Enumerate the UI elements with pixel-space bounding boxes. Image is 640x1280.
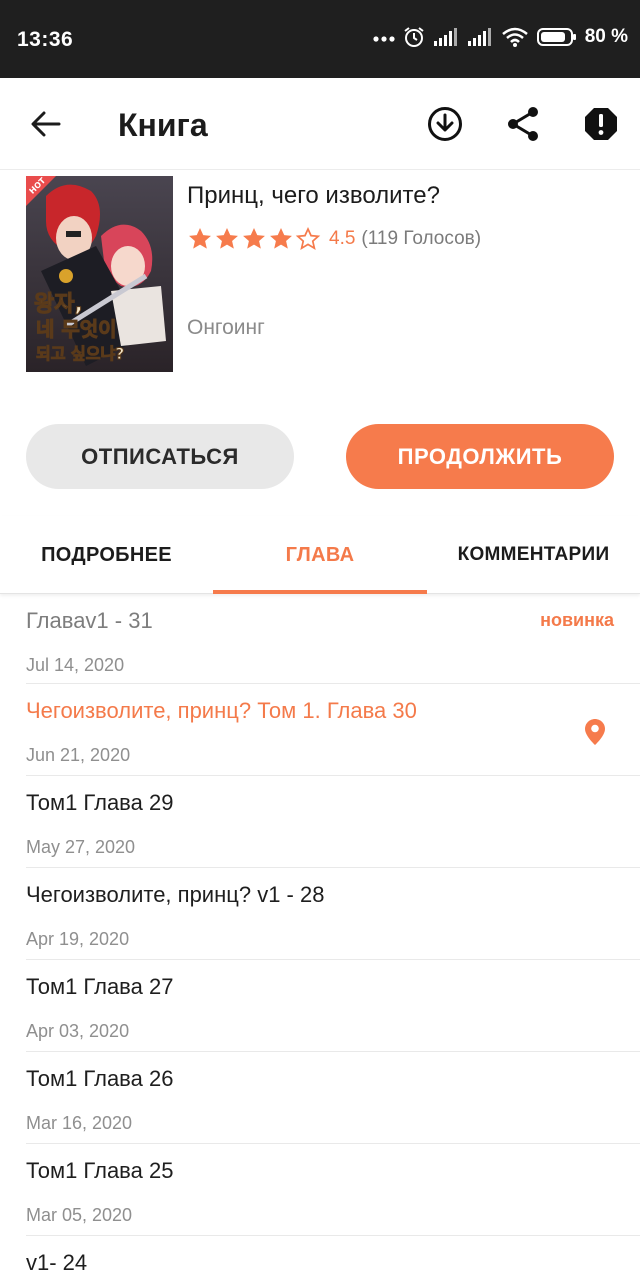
app-bar: Книга — [0, 78, 640, 170]
chapter-title: Главаv1 - 31 — [26, 608, 153, 633]
signal-icon-2 — [467, 28, 491, 46]
star-full-icon — [189, 227, 211, 249]
new-badge: новинка — [540, 610, 614, 630]
tab-details[interactable]: ПОДРОБНЕЕ — [0, 516, 213, 594]
chapter-date: Apr 19, 2020 — [26, 929, 130, 949]
page-title: Книга — [118, 107, 208, 143]
svg-text:되고 싶으냐?: 되고 싶으냐? — [36, 344, 124, 363]
chapter-date: Jun 21, 2020 — [26, 745, 131, 765]
tab-comments[interactable]: КОММЕНТАРИИ — [427, 516, 640, 594]
download-icon — [428, 107, 462, 141]
chapter-title: v1- 24 — [26, 1250, 88, 1275]
share-button[interactable] — [501, 102, 545, 146]
star-full-icon — [270, 227, 292, 249]
chapter-date: Apr 03, 2020 — [26, 1021, 130, 1041]
chapter-title: Чегоизволите, принц? v1 - 28 — [26, 882, 325, 907]
chapter-item[interactable]: v1- 24 — [26, 1236, 640, 1280]
status-icons: 80 % — [373, 26, 628, 48]
chapter-title: Том1 Глава 26 — [26, 1066, 174, 1091]
back-button[interactable] — [26, 104, 66, 144]
chapter-title: Том1 Глава 27 — [26, 974, 174, 999]
battery-icon — [536, 28, 576, 46]
chapter-item[interactable]: Чегоизволите, принц? v1 - 28 Apr 19, 202… — [26, 868, 640, 960]
unsubscribe-button[interactable]: ОТПИСАТЬСЯ — [26, 424, 294, 489]
star-empty-icon — [295, 226, 321, 250]
book-cover[interactable]: 왕자, 네 무엇이 되고 싶으냐? HOT — [26, 176, 173, 372]
chapter-list: Главаv1 - 31 новинка Jul 14, 2020 Чегоиз… — [0, 594, 640, 1280]
star-full-icon — [216, 227, 238, 249]
status-time: 13:36 — [17, 28, 74, 51]
chapter-item-current[interactable]: Чегоизволите, принц? Том 1. Глава 30 Jun… — [26, 684, 640, 776]
arrow-left-icon — [31, 111, 61, 137]
battery-percent: 80 % — [584, 26, 628, 47]
location-pin-icon — [585, 719, 605, 745]
chapter-title: Том1 Глава 29 — [26, 790, 174, 815]
wifi-icon — [501, 27, 528, 47]
rating-stars — [187, 226, 321, 252]
svg-text:왕자,: 왕자, — [34, 292, 83, 317]
continue-button[interactable]: ПРОДОЛЖИТЬ — [346, 424, 614, 489]
star-full-icon — [243, 227, 265, 249]
chapter-item[interactable]: Том1 Глава 25 Mar 05, 2020 — [26, 1144, 640, 1236]
chapter-item[interactable]: Главаv1 - 31 новинка Jul 14, 2020 — [26, 594, 640, 684]
alarm-icon — [404, 27, 424, 47]
status-bar: 13:36 80 % — [0, 0, 640, 78]
chapter-item[interactable]: Том1 Глава 29 May 27, 2020 — [26, 776, 640, 868]
cover-art: 왕자, 네 무엇이 되고 싶으냐? HOT — [26, 176, 173, 372]
more-dots-icon — [373, 36, 395, 42]
chapter-title: Том1 Глава 25 — [26, 1158, 174, 1183]
rating-row: 4.5 (119 Голосов) — [187, 224, 481, 254]
tab-chapters[interactable]: ГЛАВА — [213, 516, 427, 594]
tab-bar: ПОДРОБНЕЕ ГЛАВА КОММЕНТАРИИ — [0, 516, 640, 594]
chapter-date: Mar 16, 2020 — [26, 1113, 133, 1133]
chapter-date: Mar 05, 2020 — [26, 1205, 133, 1225]
signal-icon — [433, 28, 457, 46]
chapter-item[interactable]: Том1 Глава 27 Apr 03, 2020 — [26, 960, 640, 1052]
book-title: Принц, чего изволите? — [187, 182, 440, 209]
rating-value: 4.5 — [329, 228, 356, 249]
svg-text:네 무엇이: 네 무엇이 — [36, 317, 117, 341]
votes-count: (119 Голосов) — [361, 228, 482, 249]
download-button[interactable] — [423, 102, 467, 146]
chapter-date: Jul 14, 2020 — [26, 655, 125, 675]
chapter-item[interactable]: Том1 Глава 26 Mar 16, 2020 — [26, 1052, 640, 1144]
share-icon — [508, 107, 538, 141]
chapter-title: Чегоизволите, принц? Том 1. Глава 30 — [26, 698, 417, 723]
alert-icon — [585, 108, 617, 140]
report-button[interactable] — [579, 102, 623, 146]
book-status: Онгоинг — [187, 316, 265, 339]
chapter-date: May 27, 2020 — [26, 837, 136, 857]
